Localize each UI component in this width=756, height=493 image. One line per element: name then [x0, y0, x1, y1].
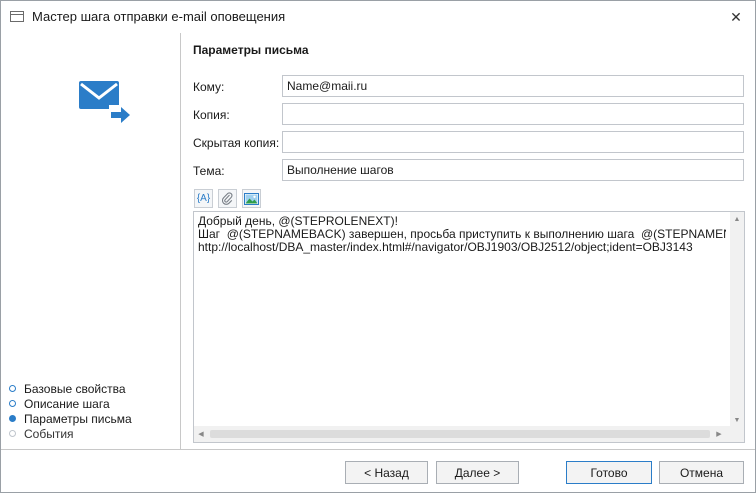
scroll-right-icon[interactable]: ▶	[712, 426, 726, 442]
vertical-scrollbar[interactable]: ▲ ▼	[730, 212, 744, 427]
step-description[interactable]: Описание шага	[9, 396, 132, 411]
step-label: Базовые свойства	[24, 381, 126, 396]
editor-toolbar: {A}	[194, 189, 261, 209]
step-indicator-icon	[9, 385, 16, 392]
insert-image-button[interactable]	[242, 189, 261, 208]
step-label: Описание шага	[24, 396, 110, 411]
message-body-text[interactable]: Добрый день, @(STEPROLENEXT)! Шаг @(STEP…	[198, 215, 726, 254]
mail-parameters-panel: Параметры письма Кому: Копия: Скрытая ко…	[182, 33, 755, 449]
subject-label: Тема:	[193, 164, 225, 178]
step-label: События	[24, 426, 74, 441]
next-button[interactable]: Далее >	[436, 461, 519, 484]
step-base-properties[interactable]: Базовые свойства	[9, 381, 132, 396]
insert-parameter-icon: {A}	[196, 193, 211, 204]
step-indicator-icon	[9, 430, 16, 437]
window-icon	[10, 11, 24, 22]
horizontal-scroll-thumb[interactable]	[210, 430, 710, 438]
scroll-down-icon[interactable]: ▼	[730, 413, 744, 427]
bcc-label: Скрытая копия:	[193, 136, 280, 150]
horizontal-scrollbar[interactable]: ◀ ▶	[194, 426, 744, 442]
cancel-button[interactable]: Отмена	[659, 461, 744, 484]
back-button[interactable]: < Назад	[345, 461, 428, 484]
done-button[interactable]: Готово	[566, 461, 652, 484]
email-send-icon	[79, 81, 133, 123]
window-title: Мастер шага отправки e-mail оповещения	[32, 9, 286, 24]
image-icon	[244, 192, 259, 205]
cc-input[interactable]	[282, 103, 744, 125]
wizard-window: Мастер шага отправки e-mail оповещения ✕…	[0, 0, 756, 493]
to-input[interactable]	[282, 75, 744, 97]
step-events[interactable]: События	[9, 426, 132, 441]
attach-file-button[interactable]	[218, 189, 237, 208]
wizard-footer: < Назад Далее > Готово Отмена	[1, 449, 755, 492]
bcc-input[interactable]	[282, 131, 744, 153]
title-bar: Мастер шага отправки e-mail оповещения ✕	[1, 1, 755, 33]
cc-label: Копия:	[193, 108, 230, 122]
close-icon[interactable]: ✕	[723, 5, 749, 29]
to-label: Кому:	[193, 80, 225, 94]
message-body-editor[interactable]: Добрый день, @(STEPROLENEXT)! Шаг @(STEP…	[193, 211, 745, 443]
wizard-sidebar: Базовые свойства Описание шага Параметры…	[1, 33, 181, 449]
wizard-steps: Базовые свойства Описание шага Параметры…	[9, 381, 132, 441]
paperclip-icon	[222, 192, 233, 205]
step-label: Параметры письма	[24, 411, 132, 426]
section-title: Параметры письма	[193, 43, 309, 57]
step-mail-parameters[interactable]: Параметры письма	[9, 411, 132, 426]
step-indicator-icon	[9, 415, 16, 422]
subject-input[interactable]	[282, 159, 744, 181]
insert-parameter-button[interactable]: {A}	[194, 189, 213, 208]
step-indicator-icon	[9, 400, 16, 407]
scroll-up-icon[interactable]: ▲	[730, 212, 744, 226]
scroll-left-icon[interactable]: ◀	[194, 426, 208, 442]
